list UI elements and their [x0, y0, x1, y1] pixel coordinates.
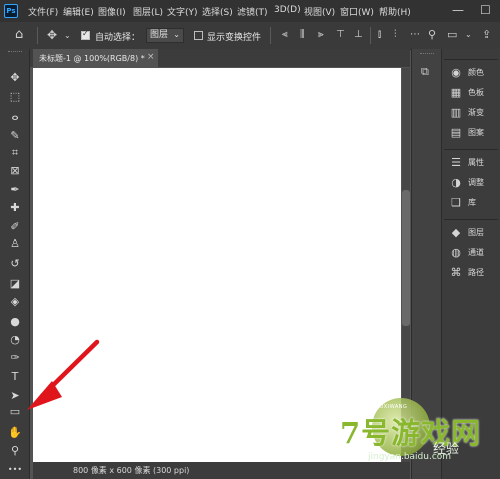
watermark-url: jingyan.baidu.com [368, 452, 452, 462]
watermark-title: 7号游戏网 [340, 416, 482, 450]
annotation-overlay [27, 339, 100, 410]
arrow-head [27, 381, 62, 410]
red-arrow-annotation [27, 339, 100, 410]
